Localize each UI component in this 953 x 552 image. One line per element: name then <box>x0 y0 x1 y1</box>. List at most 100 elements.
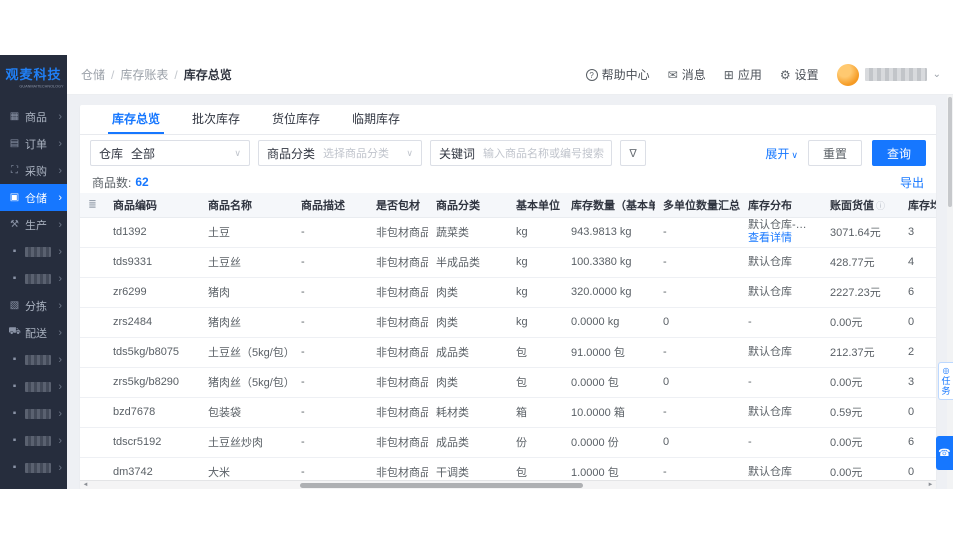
column-header-unit[interactable]: 基本单位 <box>508 193 563 218</box>
column-label: 多单位数量汇总 <box>663 199 740 212</box>
breadcrumb-separator: / <box>174 67 178 82</box>
chevron-right-icon: › <box>58 245 62 258</box>
column-header-category[interactable]: 商品分类 <box>428 193 508 218</box>
cell-desc: - <box>293 217 368 248</box>
sidebar-item-label: 仓储 <box>25 192 47 205</box>
table-row[interactable]: td1392土豆-非包材商品蔬菜类kg943.9813 kg-默认仓库-项目点仓… <box>80 217 936 248</box>
export-link[interactable]: 导出 <box>900 174 924 191</box>
cell-category: 成品类 <box>428 427 508 458</box>
category-select[interactable]: 商品分类 选择商品分类 ∨ <box>258 140 422 166</box>
sidebar-item-production[interactable]: ⚒ 生产 › <box>0 211 67 238</box>
expand-label: 展开 <box>765 146 790 161</box>
sidebar-item-label: 生产 <box>25 219 47 232</box>
sidebar-item-label <box>25 354 58 366</box>
scroll-track[interactable] <box>91 481 925 489</box>
cell-name: 土豆丝 <box>200 247 293 278</box>
vertical-scroll-thumb[interactable] <box>948 97 952 207</box>
chevron-right-icon: › <box>58 272 62 285</box>
table-row[interactable]: zrs5kg/b8290 猪肉丝（5kg/包） - 非包材商品 肉类包 0.0000 包0… <box>80 367 936 398</box>
topbar-action-settings[interactable]: ⚙ 设置 <box>780 66 819 83</box>
table-row[interactable]: tds5kg/b8075 土豆丝（5kg/包） - 非包材商品 成品类包 91.0000 … <box>80 337 936 368</box>
app-window: 观麦科技 GUANMAITECHNOLOGY ▦ 商品 › ▤ 订单 › ⛶ 采购 › ▣ 仓储 › ⚒… <box>0 55 953 489</box>
column-header-name[interactable]: 商品名称 <box>200 193 293 218</box>
sidebar-item-delivery[interactable]: ⛟ 配送 › <box>0 319 67 346</box>
tab-1[interactable]: 批次库存 <box>176 105 256 134</box>
redacted-icon: ▪ <box>12 273 17 284</box>
column-header-desc[interactable]: 商品描述 <box>293 193 368 218</box>
sidebar-item-redacted-2[interactable]: ▪ › <box>0 265 67 292</box>
column-header-code[interactable]: 商品编码 <box>105 193 200 218</box>
view-details-link[interactable]: 查看详情 <box>748 232 814 245</box>
column-header-qty[interactable]: 库存数量（基本单位）ⓘ <box>563 193 655 218</box>
breadcrumb: 仓储 / 库存账表 / 库存总览 <box>81 66 232 83</box>
scroll-thumb[interactable] <box>299 483 584 488</box>
cell-avg: 6 <box>900 427 936 458</box>
sidebar-item-redacted-7[interactable]: ▪ › <box>0 454 67 481</box>
sidebar-item-warehouse[interactable]: ▣ 仓储 › <box>0 184 67 211</box>
table-row[interactable]: zr6299 猪肉 - 非包材商品 肉类 kg 320.0000 kg - 默认仓库 2227.2… <box>80 277 936 308</box>
breadcrumb-item-inventory-ledger[interactable]: 库存账表 <box>120 66 168 83</box>
scroll-right-arrow[interactable]: ► <box>925 481 936 489</box>
cell-code: bzd7678 <box>105 397 200 428</box>
table-filter-icon[interactable]: ≣ <box>80 193 105 218</box>
expand-link[interactable]: 展开 ∨ <box>765 145 798 162</box>
row-spacer <box>80 337 105 368</box>
breadcrumb-item-warehouse[interactable]: 仓储 <box>81 66 105 83</box>
scroll-left-arrow[interactable]: ◄ <box>80 481 91 489</box>
column-header-pack[interactable]: 是否包材 <box>368 193 428 218</box>
column-header-value[interactable]: 账面货值 ⓘ <box>822 193 900 218</box>
sidebar-item-purchase[interactable]: ⛶ 采购 › <box>0 157 67 184</box>
warehouse-select[interactable]: 仓库 全部 ∨ <box>90 140 250 166</box>
column-label: 是否包材 <box>376 199 420 212</box>
topbar-action-help[interactable]: ? 帮助中心 <box>585 66 650 83</box>
vertical-scrollbar[interactable] <box>947 95 953 489</box>
cell-desc: - <box>293 247 368 278</box>
sidebar-item-sorting[interactable]: ▧ 分拣 › <box>0 292 67 319</box>
redacted-label <box>25 462 51 473</box>
topbar-action-label: 消息 <box>681 68 706 82</box>
distribution-text: 默认仓库-项目点仓库 <box>748 219 814 231</box>
sidebar-item-goods[interactable]: ▦ 商品 › <box>0 103 67 130</box>
cell-unit: 包 <box>508 367 563 398</box>
sidebar-item-redacted-4[interactable]: ▪ › <box>0 373 67 400</box>
user-menu[interactable]: ⌄ <box>836 63 941 86</box>
column-header-avg[interactable]: 库存均价 <box>900 193 936 218</box>
cell-desc: - <box>293 307 368 338</box>
redacted-icon: ▪ <box>12 246 17 257</box>
column-label: 基本单位 <box>516 199 560 212</box>
info-icon[interactable]: ⓘ <box>876 201 885 211</box>
cell-multi: - <box>655 397 740 428</box>
sidebar-item-redacted-5[interactable]: ▪ › <box>0 400 67 427</box>
table-row[interactable]: tds9331 土豆丝 - 非包材商品 半成品类 kg 100.3380 kg - 默认仓库 42… <box>80 247 936 278</box>
column-header-multi[interactable]: 多单位数量汇总ⓘ <box>655 193 740 218</box>
horizontal-scrollbar[interactable]: ◄ ► <box>80 480 936 489</box>
row-spacer <box>80 247 105 278</box>
keyword-input[interactable]: 关键词 输入商品名称或编号搜索 <box>430 140 612 166</box>
tasks-panel-tab[interactable]: ◎ 任务 <box>938 362 953 400</box>
cell-category: 蔬菜类 <box>428 217 508 248</box>
tab-0[interactable]: 库存总览 <box>96 105 176 134</box>
search-button[interactable]: 查询 <box>871 140 926 166</box>
sidebar-item-redacted-3[interactable]: ▪ › <box>0 346 67 373</box>
reset-button[interactable]: 重置 <box>807 140 862 166</box>
support-button[interactable]: ☎ <box>936 436 953 470</box>
table-row[interactable]: tdscr5192 土豆丝炒肉 - 非包材商品 成品类份 0.0000 份 0-0.00元 6 <box>80 427 936 458</box>
topbar-action-label: 设置 <box>794 68 819 82</box>
table-row[interactable]: bzd7678 包装袋 - 非包材商品 耗材类箱 10.0000 箱 - 默认仓库 0.59元 0 <box>80 397 936 428</box>
filter-funnel-button[interactable]: ∇ <box>620 140 646 166</box>
product-count-value: 62 <box>135 175 149 189</box>
sidebar-item-orders[interactable]: ▤ 订单 › <box>0 130 67 157</box>
chevron-right-icon: › <box>58 191 62 204</box>
cell-code: tds5kg/b8075 <box>105 337 200 368</box>
sidebar-item-redacted-6[interactable]: ▪ › <box>0 427 67 454</box>
chevron-right-icon: › <box>58 461 62 474</box>
column-header-dist[interactable]: 库存分布 <box>740 193 822 218</box>
topbar-action-messages[interactable]: ✉ 消息 <box>668 66 706 83</box>
topbar-action-apps[interactable]: ⊞ 应用 <box>724 66 762 83</box>
tab-3[interactable]: 临期库存 <box>336 105 416 134</box>
table-row[interactable]: zrs2484 猪肉丝 - 非包材商品 肉类 kg 0.0000 kg 0-0.00元 0 <box>80 307 936 338</box>
cell-avg: 3 <box>900 217 936 248</box>
tab-2[interactable]: 货位库存 <box>256 105 336 134</box>
summary-bar: 商品数: 62 导出 <box>80 171 936 193</box>
sidebar-item-redacted-1[interactable]: ▪ › <box>0 238 67 265</box>
